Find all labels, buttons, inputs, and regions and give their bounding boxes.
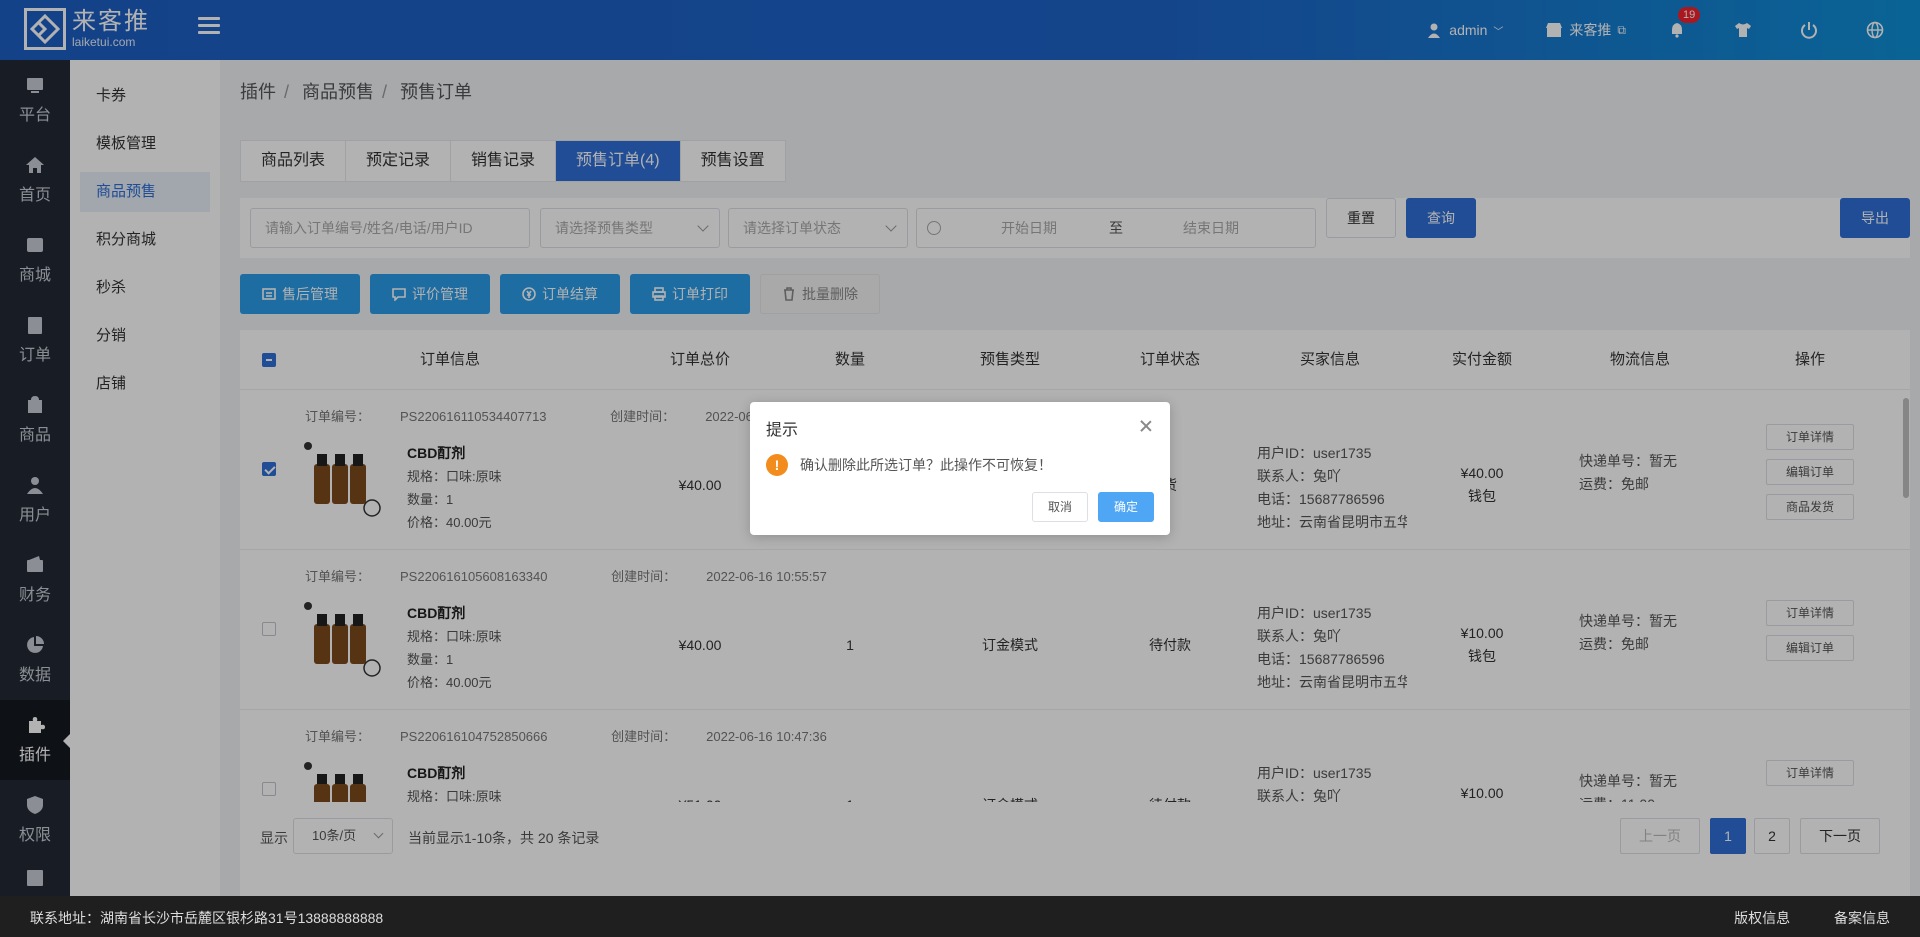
- copyright-link[interactable]: 版权信息: [1734, 910, 1790, 926]
- warning-icon: !: [766, 454, 788, 476]
- confirm-dialog: 提示 ! 确认删除此所选订单？此操作不可恢复！ 取消 确定: [750, 402, 1170, 535]
- cancel-button[interactable]: 取消: [1032, 492, 1088, 522]
- close-icon[interactable]: [1140, 420, 1152, 432]
- dialog-title: 提示: [766, 422, 799, 439]
- footer-address: 联系地址：湖南省长沙市岳麓区银杉路31号13888888888: [30, 910, 384, 926]
- icp-link[interactable]: 备案信息: [1834, 910, 1890, 926]
- dialog-message: 确认删除此所选订单？此操作不可恢复！: [800, 457, 1052, 473]
- confirm-button[interactable]: 确定: [1098, 492, 1154, 522]
- page-footer: 联系地址：湖南省长沙市岳麓区银杉路31号13888888888 版权信息 备案信…: [0, 896, 1920, 937]
